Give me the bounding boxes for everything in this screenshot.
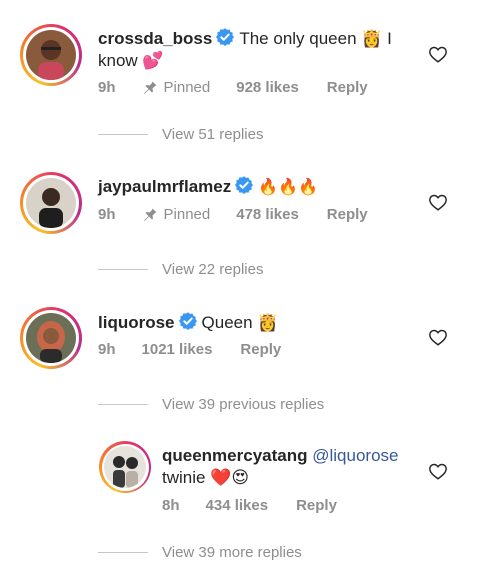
reply-text: twinie ❤️😍 [162,468,250,487]
comment-text-continued: know 💕 [98,51,164,70]
view-replies-button[interactable]: View 51 replies [98,126,263,143]
heart-outline-icon[interactable] [428,45,448,63]
comment-meta: 9h Pinned 928 likes Reply [98,79,368,96]
comment-text: 🔥🔥🔥 [258,177,318,196]
avatar[interactable] [20,172,82,234]
comment-body: jaypaulmrflamez 🔥🔥🔥 [98,175,410,198]
comment-time: 9h [98,79,116,96]
reply-meta: 8h 434 likes Reply [162,497,337,514]
reply-button[interactable]: Reply [296,497,337,514]
heart-outline-icon[interactable] [428,328,448,346]
divider-line [98,404,148,405]
view-replies-label: View 22 replies [162,261,264,278]
view-replies-button[interactable]: View 39 previous replies [98,396,324,413]
reply-button[interactable]: Reply [240,341,281,358]
heart-outline-icon[interactable] [428,462,448,480]
pinned-indicator: Pinned [142,79,211,96]
heart-outline-icon[interactable] [428,193,448,211]
view-replies-label: View 51 replies [162,126,264,143]
comment-likes[interactable]: 478 likes [236,206,299,223]
avatar[interactable] [20,307,82,369]
comment-username[interactable]: crossda_boss [98,29,212,48]
divider-line [98,269,148,270]
reply-mention[interactable]: @liquorose [312,446,398,465]
reply-likes[interactable]: 434 likes [206,497,269,514]
pinned-label: Pinned [163,79,211,96]
avatar[interactable] [20,24,82,86]
divider-line [98,134,148,135]
reply-button[interactable]: Reply [327,206,368,223]
comment-username[interactable]: liquorose [98,313,175,332]
view-more-replies-button[interactable]: View 39 more replies [98,544,302,561]
comment-username[interactable]: jaypaulmrflamez [98,177,231,196]
divider-line [98,552,148,553]
reply-username[interactable]: queenmercyatang [162,446,308,465]
reply-body: queenmercyatang @liquorose twinie ❤️😍 [162,445,412,489]
reply-time: 8h [162,497,180,514]
comment-likes[interactable]: 1021 likes [142,341,213,358]
pinned-indicator: Pinned [142,206,211,223]
comment-meta: 9h 1021 likes Reply [98,341,281,358]
comment-likes[interactable]: 928 likes [236,79,299,96]
reply-button[interactable]: Reply [327,79,368,96]
comment-body: liquorose Queen 👸 [98,311,410,334]
verified-badge-icon [235,176,254,194]
avatar-photo [26,313,76,363]
pin-icon [143,208,157,221]
verified-badge-icon [216,28,235,46]
pin-icon [143,81,157,94]
comment-meta: 9h Pinned 478 likes Reply [98,206,368,223]
view-replies-button[interactable]: View 22 replies [98,261,263,278]
avatar[interactable] [99,441,151,493]
comment-text: The only queen 👸 I [239,29,392,48]
avatar-photo [26,30,76,80]
comment-time: 9h [98,341,116,358]
avatar-photo [26,178,76,228]
comment-text: Queen 👸 [201,313,279,332]
avatar-photo [104,446,146,488]
pinned-label: Pinned [163,206,211,223]
comment-time: 9h [98,206,116,223]
view-replies-label: View 39 previous replies [162,396,325,413]
view-more-replies-label: View 39 more replies [162,544,302,561]
comment-body: crossda_boss The only queen 👸 I know 💕 [98,27,410,72]
verified-badge-icon [178,312,197,330]
